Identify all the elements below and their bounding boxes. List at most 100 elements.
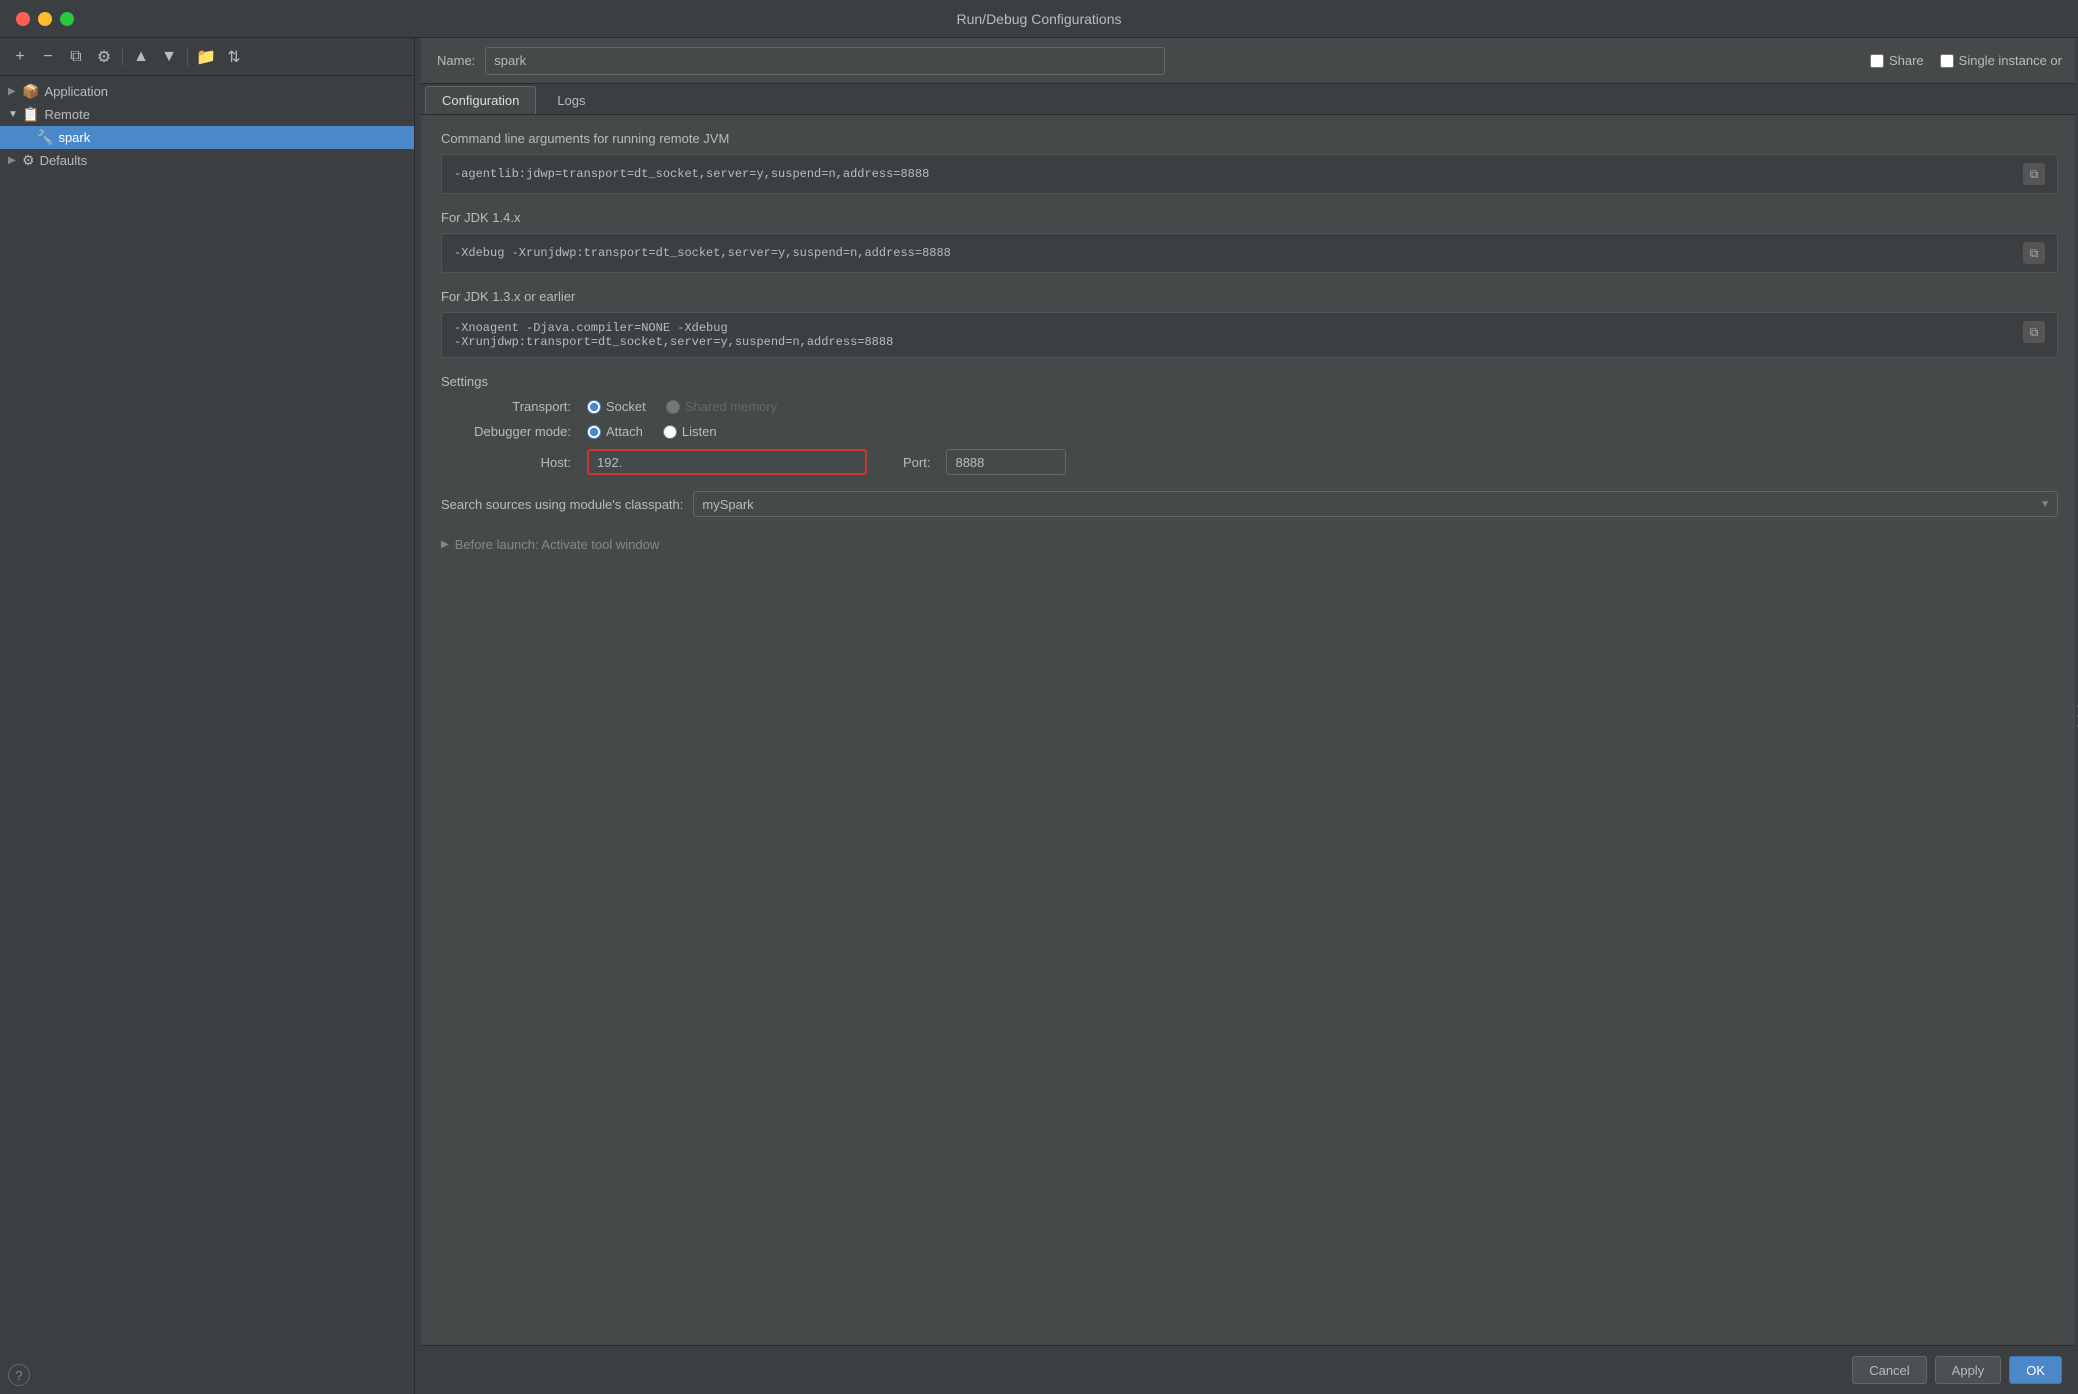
move-down-button[interactable]: ▼ <box>157 46 181 68</box>
application-icon: 📦 <box>22 83 39 100</box>
header-options: Share Single instance or <box>1870 53 2062 68</box>
help-button[interactable]: ? <box>8 1364 30 1386</box>
classpath-select[interactable]: mySpark <box>693 491 2058 517</box>
cmd-copy-btn-main[interactable]: ⧉ <box>2023 163 2045 185</box>
title-bar: Run/Debug Configurations <box>0 0 2078 38</box>
name-row: Name: Share Single instance or <box>421 38 2078 84</box>
folder-button[interactable]: 📁 <box>194 46 218 68</box>
transport-socket-radio[interactable] <box>587 400 601 414</box>
content-area: Name: Share Single instance or Configura… <box>421 38 2078 1394</box>
close-button[interactable] <box>16 12 30 26</box>
window-title: Run/Debug Configurations <box>957 11 1122 27</box>
jdk13-label: For JDK 1.3.x or earlier <box>441 289 2058 304</box>
sort-button[interactable]: ⇅ <box>222 46 246 68</box>
debugger-listen-radio[interactable] <box>663 425 677 439</box>
main-layout: + − ⧉ ⚙ ▲ ▼ 📁 ⇅ ▶ 📦 Application ▼ 📋 Remo… <box>0 38 2078 1394</box>
classpath-select-wrapper: mySpark ▼ <box>693 491 2058 517</box>
tree-item-application[interactable]: ▶ 📦 Application <box>0 80 414 103</box>
remove-button[interactable]: − <box>36 46 60 68</box>
tree-label-application: Application <box>44 84 108 99</box>
debugger-mode-radio-group: Attach Listen <box>587 424 717 439</box>
share-check[interactable]: Share <box>1870 53 1924 68</box>
settings-section: Settings Transport: Socket Shared memory <box>441 374 2058 475</box>
jdk14-label: For JDK 1.4.x <box>441 210 2058 225</box>
debugger-attach-option[interactable]: Attach <box>587 424 643 439</box>
host-port-row: Host: Port: <box>441 449 2058 475</box>
cmd-text-main: -agentlib:jdwp=transport=dt_socket,serve… <box>454 167 2015 181</box>
classpath-label: Search sources using module's classpath: <box>441 497 683 512</box>
name-label: Name: <box>437 53 475 68</box>
debugger-mode-label: Debugger mode: <box>441 424 571 439</box>
port-label: Port: <box>903 455 930 470</box>
move-up-button[interactable]: ▲ <box>129 46 153 68</box>
transport-row: Transport: Socket Shared memory <box>441 399 2058 414</box>
sidebar-toolbar: + − ⧉ ⚙ ▲ ▼ 📁 ⇅ <box>0 38 414 76</box>
transport-socket-label: Socket <box>606 399 646 414</box>
single-instance-checkbox[interactable] <box>1940 54 1954 68</box>
apply-button[interactable]: Apply <box>1935 1356 2002 1384</box>
transport-shared-memory-radio[interactable] <box>666 400 680 414</box>
tree-item-spark[interactable]: 🔧 spark <box>0 126 414 149</box>
resizer[interactable] <box>415 38 421 1394</box>
sidebar-bottom: ? <box>0 1356 414 1394</box>
cmd-box-jdk13: -Xnoagent -Djava.compiler=NONE -Xdebug -… <box>441 312 2058 358</box>
debugger-attach-radio[interactable] <box>587 425 601 439</box>
cancel-button[interactable]: Cancel <box>1852 1356 1926 1384</box>
maximize-button[interactable] <box>60 12 74 26</box>
tab-configuration[interactable]: Configuration <box>425 86 536 114</box>
config-content: Command line arguments for running remot… <box>421 115 2078 1345</box>
share-label: Share <box>1889 53 1924 68</box>
classpath-row: Search sources using module's classpath:… <box>441 491 2058 517</box>
tree-label-remote: Remote <box>44 107 90 122</box>
before-launch[interactable]: ▶ Before launch: Activate tool window <box>441 537 2058 552</box>
tree: ▶ 📦 Application ▼ 📋 Remote 🔧 spark ▶ ⚙ <box>0 76 414 1356</box>
remote-icon: 📋 <box>22 106 39 123</box>
before-launch-label: Before launch: Activate tool window <box>455 537 660 552</box>
ok-button[interactable]: OK <box>2009 1356 2062 1384</box>
sidebar: + − ⧉ ⚙ ▲ ▼ 📁 ⇅ ▶ 📦 Application ▼ 📋 Remo… <box>0 38 415 1394</box>
transport-radio-group: Socket Shared memory <box>587 399 777 414</box>
cmd-section-label: Command line arguments for running remot… <box>441 131 2058 146</box>
minimize-button[interactable] <box>38 12 52 26</box>
tree-label-spark: spark <box>58 130 90 145</box>
debugger-listen-option[interactable]: Listen <box>663 424 717 439</box>
cmd-copy-btn-jdk14[interactable]: ⧉ <box>2023 242 2045 264</box>
spark-icon: 🔧 <box>36 129 53 146</box>
single-instance-check[interactable]: Single instance or <box>1940 53 2062 68</box>
tree-arrow-remote: ▼ <box>8 109 22 120</box>
port-input[interactable] <box>946 449 1066 475</box>
host-label: Host: <box>441 455 571 470</box>
name-input[interactable] <box>485 47 1165 75</box>
debugger-listen-label: Listen <box>682 424 717 439</box>
tree-arrow-defaults: ▶ <box>8 155 22 166</box>
transport-shared-memory-option[interactable]: Shared memory <box>666 399 777 414</box>
cmd-box-jdk14: -Xdebug -Xrunjdwp:transport=dt_socket,se… <box>441 233 2058 273</box>
cmd-box-main: -agentlib:jdwp=transport=dt_socket,serve… <box>441 154 2058 194</box>
share-checkbox[interactable] <box>1870 54 1884 68</box>
cmd-copy-btn-jdk13[interactable]: ⧉ <box>2023 321 2045 343</box>
separator <box>122 48 123 66</box>
add-button[interactable]: + <box>8 46 32 68</box>
cmd-text-jdk13: -Xnoagent -Djava.compiler=NONE -Xdebug -… <box>454 321 2015 349</box>
single-instance-label: Single instance or <box>1959 53 2062 68</box>
defaults-icon: ⚙ <box>22 152 35 169</box>
tab-logs[interactable]: Logs <box>540 86 602 114</box>
debugger-mode-row: Debugger mode: Attach Listen <box>441 424 2058 439</box>
transport-label: Transport: <box>441 399 571 414</box>
separator2 <box>187 48 188 66</box>
debugger-attach-label: Attach <box>606 424 643 439</box>
host-input[interactable] <box>587 449 867 475</box>
traffic-lights <box>16 12 74 26</box>
settings-button[interactable]: ⚙ <box>92 46 116 68</box>
cmd-text-jdk14: -Xdebug -Xrunjdwp:transport=dt_socket,se… <box>454 246 2015 260</box>
transport-socket-option[interactable]: Socket <box>587 399 646 414</box>
tree-arrow-application: ▶ <box>8 86 22 97</box>
tabs: Configuration Logs <box>421 84 2078 115</box>
tree-item-remote[interactable]: ▼ 📋 Remote <box>0 103 414 126</box>
footer: Cancel Apply OK <box>421 1345 2078 1394</box>
tree-label-defaults: Defaults <box>40 153 88 168</box>
copy-button[interactable]: ⧉ <box>64 46 88 68</box>
transport-shared-memory-label: Shared memory <box>685 399 777 414</box>
tree-item-defaults[interactable]: ▶ ⚙ Defaults <box>0 149 414 172</box>
before-launch-arrow-icon: ▶ <box>441 539 449 550</box>
